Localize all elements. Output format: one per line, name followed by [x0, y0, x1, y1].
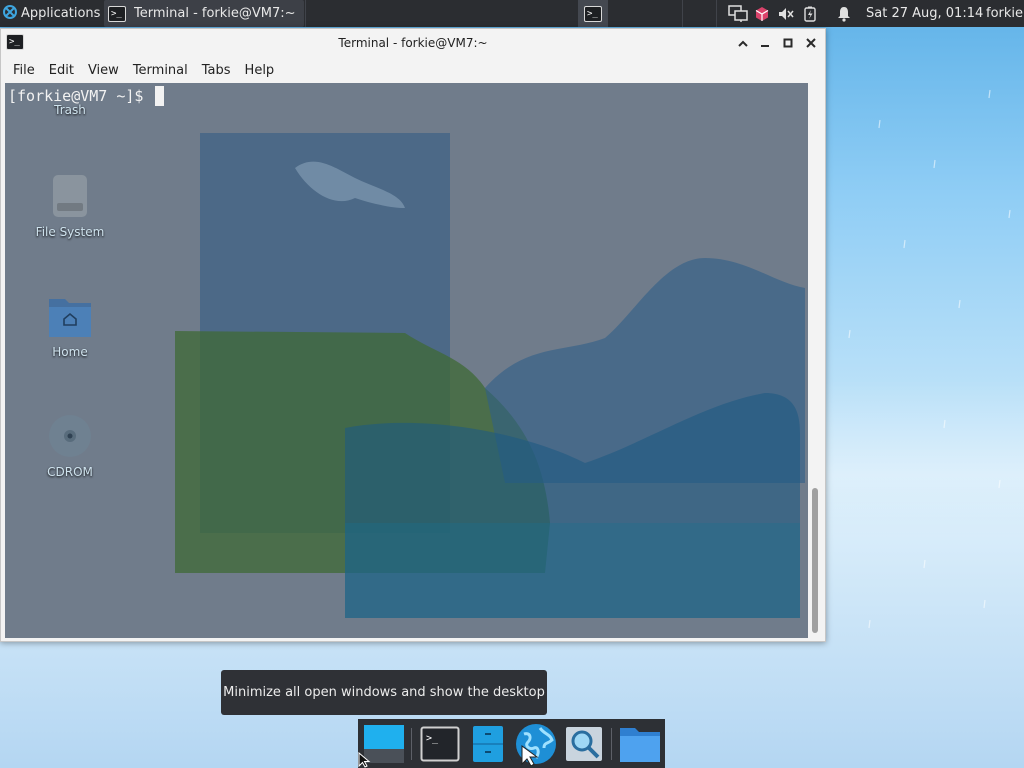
scrollbar-thumb[interactable] [812, 488, 818, 633]
dock-home-folder-launcher[interactable] [616, 719, 664, 768]
dock-separator [611, 728, 612, 760]
panel-separator [682, 0, 683, 27]
taskbar-task-title: Terminal - forkie@VM7:~ [134, 6, 296, 21]
desktop-icon-file-system[interactable]: File System [25, 173, 115, 239]
minimize-window-button[interactable] [756, 34, 774, 52]
desktop-icon-label: File System [35, 225, 105, 239]
globe-browser-icon [516, 723, 556, 766]
file-cabinet-icon [473, 725, 503, 762]
top-panel: Applications ⋮ >_ Terminal - forkie@VM7:… [0, 0, 1024, 27]
menu-view[interactable]: View [81, 63, 126, 78]
notifications-bell-icon[interactable] [832, 0, 856, 27]
menu-edit[interactable]: Edit [42, 63, 81, 78]
close-window-button[interactable] [802, 34, 820, 52]
terminal-icon: >_ [6, 34, 24, 50]
network-icon[interactable] [726, 0, 750, 27]
shade-window-button[interactable] [734, 34, 752, 52]
menu-help[interactable]: Help [238, 63, 282, 78]
svg-text:>_: >_ [426, 733, 439, 744]
menu-file[interactable]: File [6, 63, 42, 78]
hard-drive-icon [53, 175, 87, 217]
show-desktop-tooltip: Minimize all open windows and show the d… [221, 670, 547, 715]
system-tray [726, 0, 856, 27]
terminal-icon: >_ [584, 5, 602, 22]
terminal-scrollbar[interactable] [808, 83, 824, 638]
window-title: Terminal - forkie@VM7:~ [338, 36, 488, 50]
panel-separator [716, 0, 717, 27]
dock-app-finder-launcher[interactable] [560, 719, 608, 768]
dock-terminal-launcher[interactable]: >_ [416, 719, 464, 768]
dock-separator [411, 728, 412, 760]
desktop-icon-label: CDROM [47, 465, 93, 479]
applications-menu[interactable]: Applications ⋮ [0, 0, 114, 27]
mouse-pointer [358, 752, 371, 768]
bottom-dock: >_ [358, 719, 665, 768]
prompt-text: [forkie@VM7 ~]$ [8, 87, 153, 105]
terminal-window: Terminal - forkie@VM7:~ >_ File Edit Vie… [0, 28, 826, 642]
maximize-window-button[interactable] [779, 34, 797, 52]
package-updates-icon[interactable] [750, 0, 774, 27]
dock-file-manager-launcher[interactable] [464, 719, 512, 768]
terminal-menubar: File Edit View Terminal Tabs Help [1, 57, 825, 83]
folder-icon [620, 727, 660, 762]
applications-label: Applications [21, 6, 101, 21]
cdrom-icon [49, 415, 91, 457]
panel-terminal-launcher[interactable]: >_ [578, 0, 608, 27]
battery-icon[interactable] [798, 0, 822, 27]
window-titlebar[interactable]: Terminal - forkie@VM7:~ >_ [1, 29, 825, 57]
text-cursor [154, 86, 164, 106]
terminal-icon: >_ [108, 5, 126, 22]
panel-separator [305, 0, 306, 27]
desktop-icon-cdrom[interactable]: CDROM [25, 413, 115, 479]
menu-terminal[interactable]: Terminal [126, 63, 195, 78]
xfce-logo-icon [3, 4, 17, 23]
panel-user-name[interactable]: forkie [986, 0, 1023, 27]
magnifier-search-icon [566, 726, 602, 761]
shell-prompt: [forkie@VM7 ~]$ [8, 86, 164, 106]
home-folder-icon [49, 299, 91, 337]
wallpaper-through-terminal [175, 133, 805, 618]
terminal-icon: >_ [420, 726, 460, 761]
desktop-icon-home[interactable]: Home [25, 293, 115, 359]
desktop-icon-label: Home [52, 345, 88, 359]
volume-muted-icon[interactable] [774, 0, 798, 27]
terminal-output-area[interactable]: Trash File System Home CDROM [forkie@VM7… [5, 83, 808, 638]
menu-tabs[interactable]: Tabs [195, 63, 238, 78]
dock-web-browser-launcher[interactable] [512, 719, 560, 768]
taskbar-terminal-button[interactable]: >_ Terminal - forkie@VM7:~ [104, 0, 304, 27]
panel-clock[interactable]: Sat 27 Aug, 01:14 [866, 0, 983, 27]
